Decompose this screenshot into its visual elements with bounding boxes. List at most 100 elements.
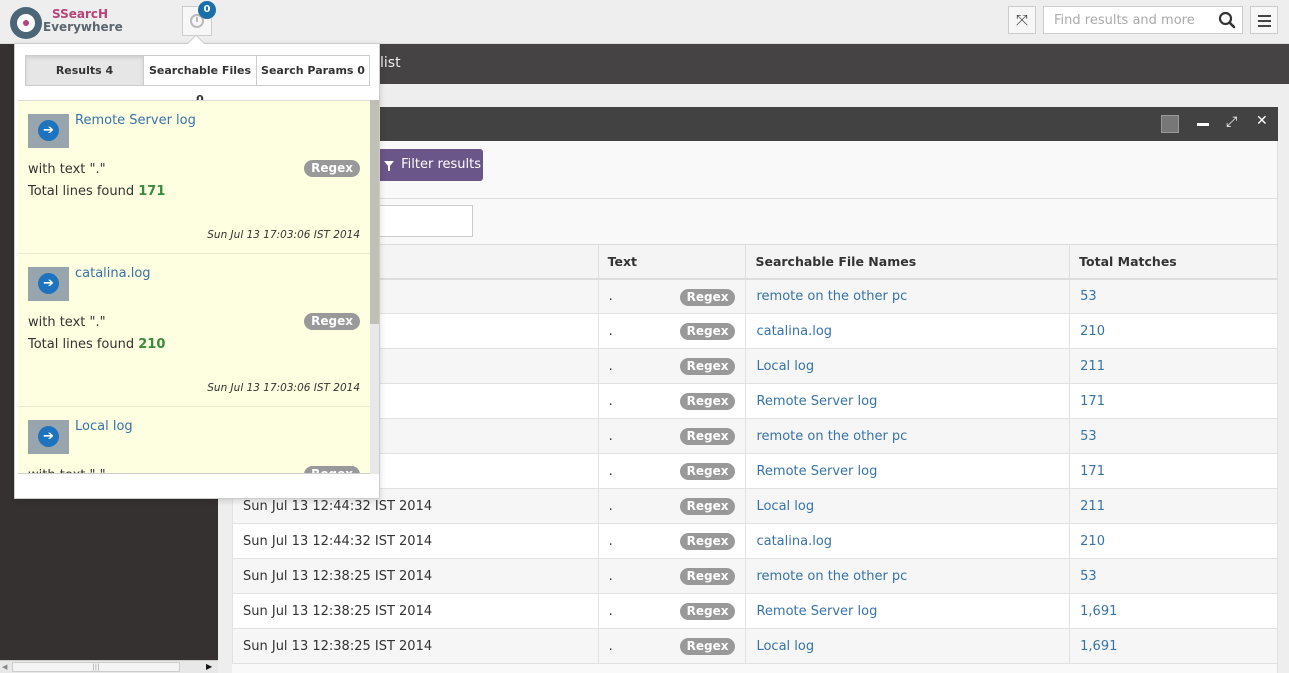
lines-count: 210 <box>138 337 166 352</box>
regex-badge: Regex <box>679 533 736 550</box>
total-matches-link[interactable]: 210 <box>1080 324 1105 339</box>
table-row[interactable]: Sun Jul 13 12:38:25 IST 2014. Regex remote… <box>232 558 1278 594</box>
table-row[interactable]: Sun Jul 13 12:44:32 IST 2014. Regex catali… <box>232 523 1278 559</box>
lines-count: 171 <box>138 184 166 199</box>
total-matches-link[interactable]: 1,691 <box>1080 604 1117 619</box>
result-file-link[interactable]: catalina.log <box>75 266 151 281</box>
result-card[interactable]: ➔ Local log with text "." Regex <box>18 407 370 473</box>
col-header-file-names[interactable]: Searchable File Names <box>745 244 1071 280</box>
search-icon[interactable] <box>1218 11 1236 29</box>
table-row[interactable]: Sun Jul 13 12:38:25 IST 2014. Regex Remote… <box>232 593 1278 629</box>
file-name-link[interactable]: remote on the other pc <box>756 569 907 584</box>
file-name-link[interactable]: Local log <box>756 639 814 654</box>
tab-search-params[interactable]: Search Params 0 <box>257 56 369 85</box>
total-matches-link[interactable]: 171 <box>1080 464 1105 479</box>
total-matches-link[interactable]: 211 <box>1080 359 1105 374</box>
table-row[interactable]: 2014.Regexcatalina.log210 <box>232 313 1278 349</box>
cell-file-name: Remote Server log <box>745 453 1071 489</box>
date-text: Sun Jul 13 12:38:25 IST 2014 <box>243 568 433 584</box>
table-row[interactable]: Sun Jul 13 12:38:25 IST 2014. Regex Local … <box>232 628 1278 664</box>
table-row[interactable]: 2014.Regexremote on the other pc53 <box>232 418 1278 454</box>
maximize-icon[interactable]: ⤢ <box>1226 114 1237 130</box>
table-row[interactable]: 2014.Regexremote on the other pc53 <box>232 278 1278 314</box>
regex-badge: Regex <box>679 323 736 340</box>
result-file-link[interactable]: Local log <box>75 419 133 434</box>
file-name-link[interactable]: catalina.log <box>756 534 832 549</box>
scrollbar-thumb[interactable]: ||| <box>12 662 180 672</box>
filter-results-label: Filter results <box>401 157 482 172</box>
total-matches-link[interactable]: 1,691 <box>1080 639 1117 654</box>
search-text: . <box>608 358 613 374</box>
cell-total-matches: 1,691 <box>1069 593 1278 629</box>
total-matches-link[interactable]: 53 <box>1080 569 1097 584</box>
fullscreen-button[interactable]: ⤧ <box>1008 6 1036 34</box>
lines-label: Total lines found <box>28 184 135 199</box>
search-input[interactable] <box>1044 7 1214 33</box>
regex-badge: Regex <box>304 466 360 473</box>
search-text: . <box>608 323 613 339</box>
file-name-link[interactable]: catalina.log <box>756 324 832 339</box>
file-name-link[interactable]: remote on the other pc <box>756 289 907 304</box>
result-timestamp: Sun Jul 13 17:03:06 IST 2014 <box>207 382 360 394</box>
table-row[interactable]: 2014.RegexRemote Server log171 <box>232 383 1278 419</box>
file-name-link[interactable]: Local log <box>756 359 814 374</box>
cell-text: . Regex <box>597 383 747 419</box>
file-name-link[interactable]: Remote Server log <box>756 464 877 479</box>
table-row[interactable]: 2014.RegexRemote Server log171 <box>232 453 1278 489</box>
go-to-result-button[interactable]: ➔ <box>28 114 69 148</box>
cell-date: Sun Jul 13 12:38:25 IST 2014 <box>232 593 599 629</box>
results-list: ➔ Remote Server log with text "." Regex Tota… <box>18 100 370 474</box>
results-list-scrollbar[interactable] <box>370 100 379 474</box>
search-box <box>1043 6 1243 34</box>
file-name-link[interactable]: Remote Server log <box>756 604 877 619</box>
file-name-link[interactable]: remote on the other pc <box>756 429 907 444</box>
col-header-total-matches[interactable]: Total Matches <box>1069 244 1278 280</box>
total-matches-link[interactable]: 210 <box>1080 534 1105 549</box>
table-row[interactable]: 2014.RegexLocal log211 <box>232 348 1278 384</box>
result-card[interactable]: ➔ catalina.log with text "." Regex Total lin… <box>18 254 370 407</box>
total-matches-link[interactable]: 53 <box>1080 289 1097 304</box>
cell-text: . Regex <box>597 628 747 664</box>
menu-icon-bar <box>1258 15 1271 17</box>
search-text: . <box>608 393 613 409</box>
scrollbar-thumb[interactable] <box>370 100 379 324</box>
scroll-left-icon[interactable]: ◀ <box>2 663 7 671</box>
close-icon[interactable]: ✕ <box>1256 113 1268 129</box>
result-card[interactable]: ➔ Remote Server log with text "." Regex Tota… <box>18 101 370 254</box>
cell-total-matches: 210 <box>1069 313 1278 349</box>
file-name-link[interactable]: Local log <box>756 499 814 514</box>
cell-total-matches: 211 <box>1069 488 1278 524</box>
results-table: Text Searchable File Names Total Matches… <box>232 244 1278 664</box>
regex-badge: Regex <box>679 498 736 515</box>
scroll-right-icon[interactable]: ▶ <box>206 662 212 671</box>
filter-results-button[interactable]: Filter results <box>370 149 483 181</box>
result-timestamp: Sun Jul 13 17:03:06 IST 2014 <box>207 229 360 241</box>
app-logo[interactable]: SSearcH Everywhere <box>10 6 130 39</box>
tab-searchable-files[interactable]: Searchable Files 0 <box>144 56 257 106</box>
total-matches-link[interactable]: 53 <box>1080 429 1097 444</box>
go-to-result-button[interactable]: ➔ <box>28 267 69 301</box>
table-row[interactable]: Sun Jul 13 12:44:32 IST 2014. Regex Local … <box>232 488 1278 524</box>
result-lines-found: Total lines found 171 <box>28 184 165 199</box>
panel-color-button[interactable] <box>1161 115 1179 133</box>
total-matches-link[interactable]: 171 <box>1080 394 1105 409</box>
sidebar-horizontal-scrollbar[interactable]: ◀ ||| ▶ <box>0 660 218 673</box>
date-text: Sun Jul 13 12:38:25 IST 2014 <box>243 603 433 619</box>
date-text: Sun Jul 13 12:44:32 IST 2014 <box>243 533 433 549</box>
cell-file-name: Remote Server log <box>745 593 1071 629</box>
col-header-text[interactable]: Text <box>597 244 747 280</box>
divider <box>232 198 1278 199</box>
tab-results[interactable]: Results 4 <box>26 56 144 85</box>
nav-item-partial[interactable]: list <box>380 55 401 71</box>
filter-input[interactable] <box>370 205 473 237</box>
lines-label: Total lines found <box>28 337 135 352</box>
hamburger-menu-button[interactable] <box>1250 6 1278 34</box>
go-to-result-button[interactable]: ➔ <box>28 420 69 454</box>
filter-icon <box>384 161 394 171</box>
regex-badge: Regex <box>679 428 736 445</box>
total-matches-link[interactable]: 211 <box>1080 499 1105 514</box>
minimize-icon[interactable] <box>1197 123 1209 126</box>
file-name-link[interactable]: Remote Server log <box>756 394 877 409</box>
result-file-link[interactable]: Remote Server log <box>75 113 196 128</box>
notifications-popover: Results 4 Searchable Files 0 Search Para… <box>14 43 380 499</box>
